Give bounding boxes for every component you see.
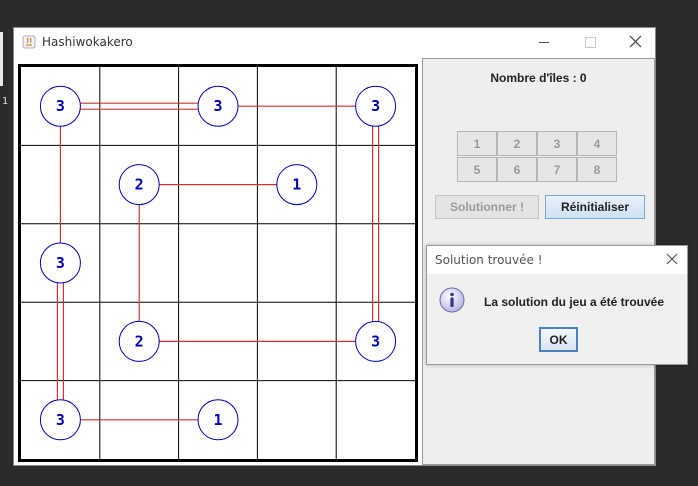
reset-button[interactable]: Réinitialiser [545,195,645,219]
island-value: 3 [371,332,380,350]
number-button-grid: 1 2 3 4 5 6 7 8 [457,131,619,183]
dialog-title-bar[interactable]: Solution trouvée ! [427,246,687,274]
number-button-3[interactable]: 3 [537,131,577,156]
number-button-1[interactable]: 1 [457,131,497,156]
minimize-button[interactable] [521,28,567,56]
close-icon [629,35,642,48]
info-icon [439,287,465,313]
island[interactable]: 3 [39,85,81,127]
island-value: 3 [213,97,222,115]
island-value: 3 [56,411,65,429]
island-value: 3 [56,97,65,115]
island-value: 2 [135,332,144,350]
island[interactable]: 1 [197,399,239,441]
island-value: 3 [56,254,65,272]
island-value: 3 [371,97,380,115]
number-button-4[interactable]: 4 [577,131,617,156]
game-board[interactable]: 3 3 3 2 1 3 2 3 3 1 [18,64,418,462]
island-value: 1 [292,176,301,194]
solution-dialog: Solution trouvée ! La solution du jeu a … [426,245,688,365]
island[interactable]: 3 [355,320,397,362]
island[interactable]: 3 [197,85,239,127]
island-count-label: Nombre d'îles : 0 [490,71,587,85]
number-button-8[interactable]: 8 [577,157,617,182]
island[interactable]: 3 [39,242,81,284]
island-value: 2 [135,176,144,194]
maximize-button[interactable] [567,28,613,56]
dialog-close-icon[interactable] [665,252,679,266]
java-app-icon [22,35,36,49]
island[interactable]: 3 [39,399,81,441]
window-title: Hashiwokakero [42,35,133,49]
number-button-5[interactable]: 5 [457,157,497,182]
island-value: 1 [213,411,222,429]
island[interactable]: 3 [355,85,397,127]
background-marker: 1 [2,96,9,107]
island[interactable]: 2 [118,320,160,362]
title-bar[interactable]: Hashiwokakero [14,28,655,56]
dialog-title: Solution trouvée ! [435,253,543,267]
island[interactable]: 2 [118,164,160,206]
number-button-2[interactable]: 2 [497,131,537,156]
solve-button[interactable]: Solutionner ! [435,195,539,219]
close-button[interactable] [613,28,659,56]
island[interactable]: 1 [276,164,318,206]
dialog-message: La solution du jeu a été trouvée [484,295,665,309]
number-button-6[interactable]: 6 [497,157,537,182]
ok-button[interactable]: OK [539,327,578,352]
number-button-7[interactable]: 7 [537,157,577,182]
background-window-edge [0,32,3,86]
board-canvas[interactable]: 3 3 3 2 1 3 2 3 3 1 [21,67,415,459]
